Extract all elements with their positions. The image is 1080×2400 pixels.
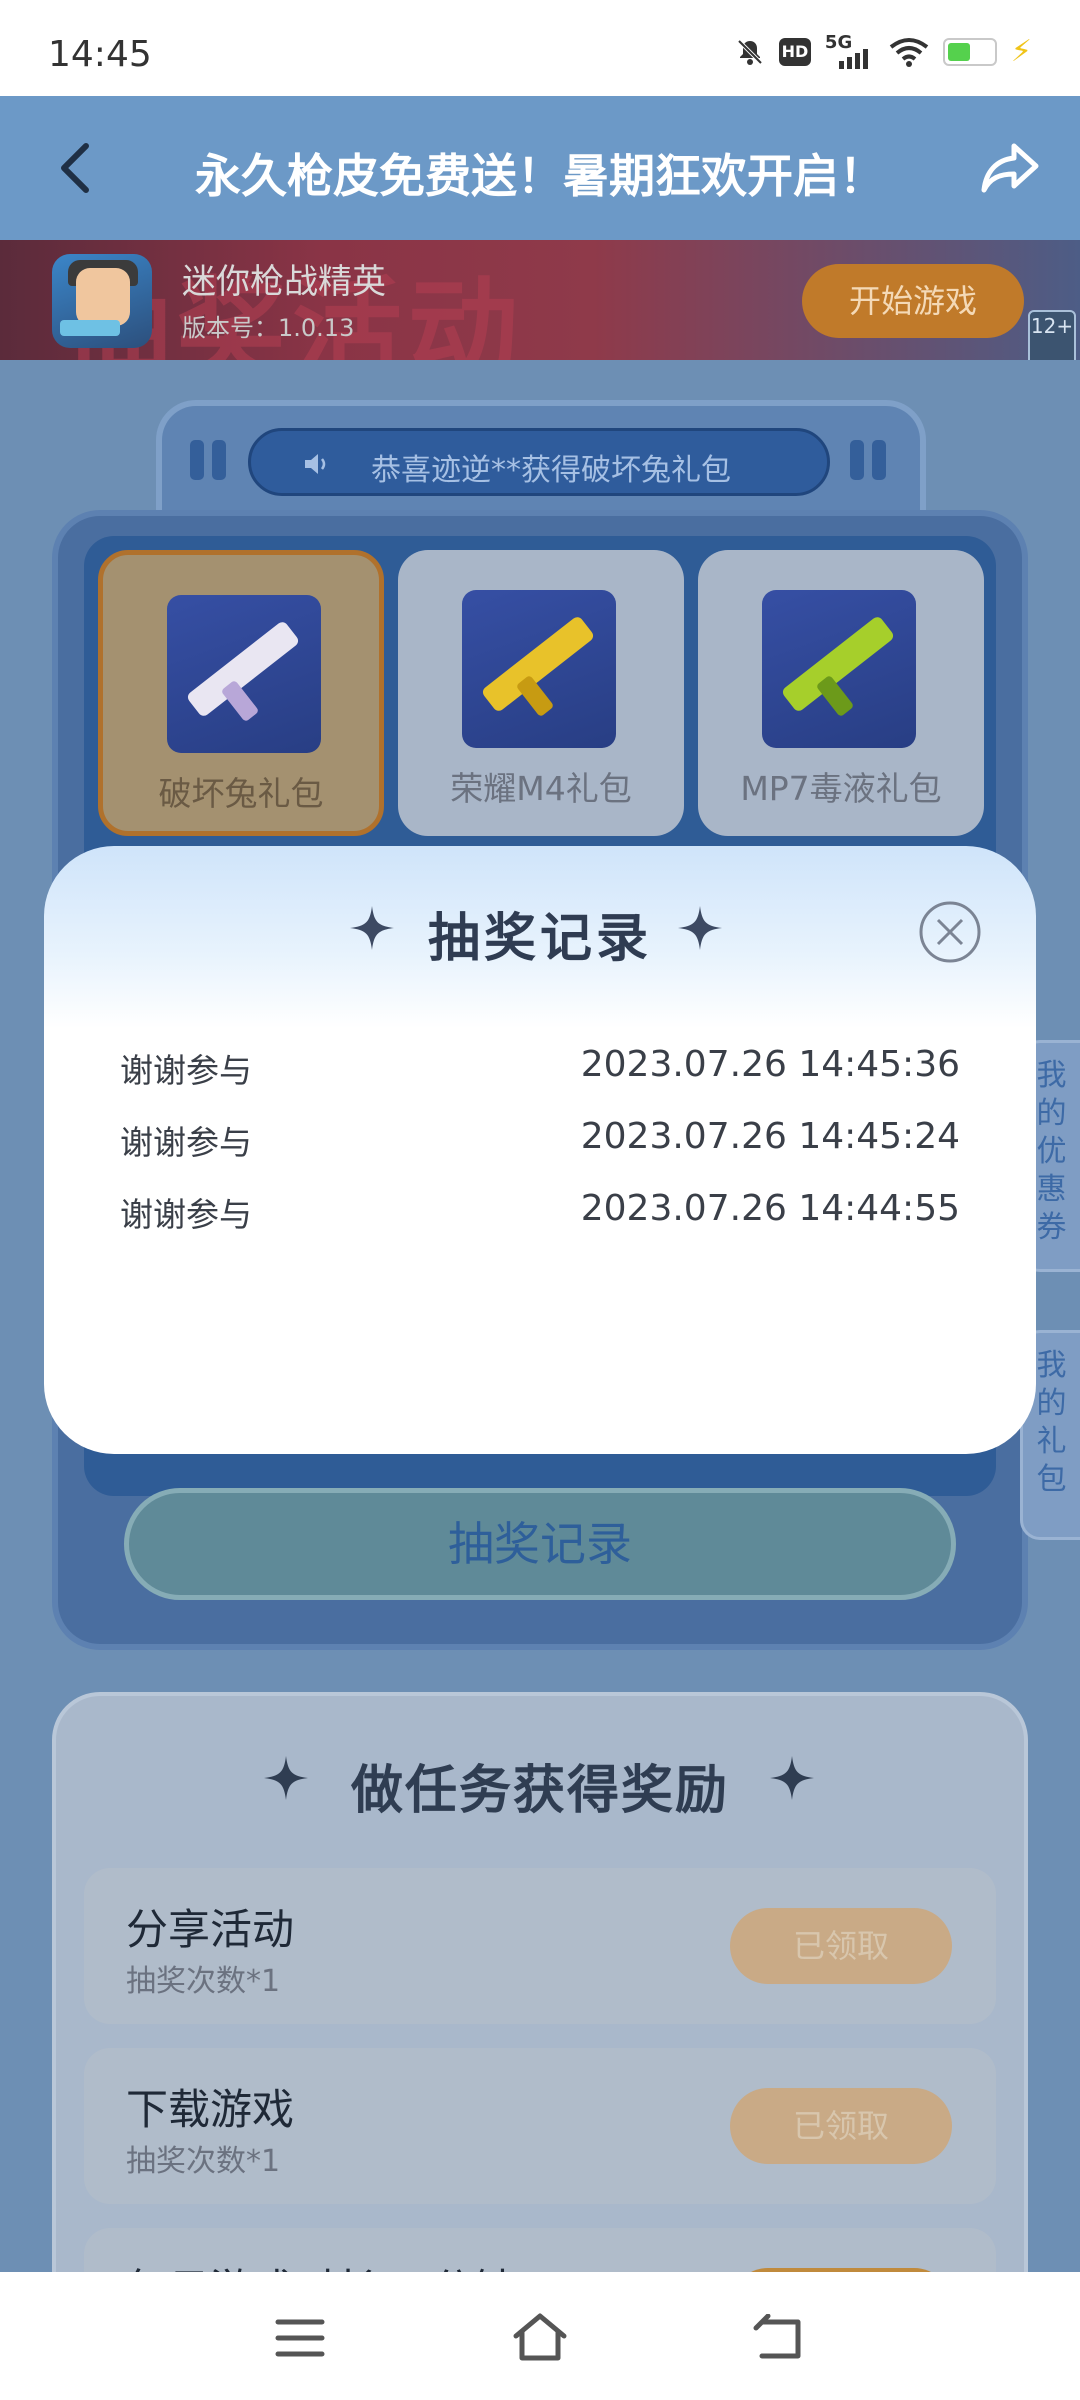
prize-label: MP7毒液礼包 [740, 769, 942, 808]
lottery-record-button[interactable]: 抽奖记录 [124, 1488, 956, 1600]
game-name: 迷你枪战精英 [182, 262, 386, 302]
wifi-icon [889, 37, 929, 67]
ticker-text: 恭喜迹逆**获得破坏兔礼包 [371, 453, 731, 488]
record-row: 谢谢参与 2023.07.26 14:45:36 [120, 1044, 960, 1104]
record-time: 2023.07.26 14:44:55 [580, 1188, 960, 1229]
battery-icon [942, 37, 997, 66]
game-avatar [52, 254, 152, 348]
home-icon[interactable] [510, 2310, 570, 2364]
status-bar: 14:45 HD 5G ⚡ [0, 0, 1080, 96]
prize-label: 荣耀M4礼包 [450, 769, 632, 808]
prize-label: 破坏兔礼包 [158, 774, 324, 813]
my-coupons-label: 我的优惠券 [1036, 1058, 1067, 1245]
mute-bell-icon [737, 39, 763, 65]
share-icon[interactable] [978, 136, 1042, 200]
game-version: 版本号：1.0.13 [182, 314, 355, 342]
lottery-record-modal: 抽奖记录 谢谢参与 2023.07.26 14:45:36 谢谢参与 2023.… [44, 846, 1036, 1454]
task-row: 分享活动 抽奖次数*1 已领取 [84, 1868, 996, 2024]
my-gifts-label: 我的礼包 [1036, 1348, 1067, 1497]
task-claimed-button[interactable]: 已领取 [730, 2088, 952, 2164]
task-row: 下载游戏 抽奖次数*1 已领取 [84, 2048, 996, 2204]
sparkle-icon [678, 906, 722, 950]
age-rating-badge: 12+ [1028, 310, 1076, 360]
back-icon[interactable] [752, 2314, 806, 2362]
task-name: 下载游戏 [126, 2085, 295, 2134]
pause-decoration-right [850, 440, 890, 480]
page-title: 永久枪皮免费送！暑期狂欢开启！ [195, 149, 885, 203]
prize-image [462, 590, 616, 748]
charging-icon: ⚡ [1010, 34, 1032, 69]
record-result: 谢谢参与 [120, 1051, 252, 1090]
task-claimed-button[interactable]: 已领取 [730, 1908, 952, 1984]
menu-icon[interactable] [274, 2316, 326, 2360]
start-game-button[interactable]: 开始游戏 [802, 264, 1024, 338]
pause-decoration-left [190, 440, 230, 480]
speaker-icon [305, 454, 326, 474]
game-banner: 抽奖活动 迷你枪战精英 版本号：1.0.13 开始游戏 12+ [0, 240, 1080, 360]
task-reward: 抽奖次数*1 [126, 2144, 281, 2179]
record-result: 谢谢参与 [120, 1195, 252, 1234]
record-row: 谢谢参与 2023.07.26 14:45:24 [120, 1116, 960, 1176]
modal-title: 抽奖记录 [427, 909, 652, 969]
task-section-title: 做任务获得奖励 [350, 1761, 729, 1821]
cellular-5g-icon: 5G [825, 33, 875, 69]
close-icon[interactable] [918, 900, 982, 964]
prize-image [762, 590, 916, 748]
task-reward: 抽奖次数*1 [126, 1964, 281, 1999]
prize-card-rabbit[interactable]: 破坏兔礼包 [98, 550, 384, 836]
status-time: 14:45 [48, 34, 152, 75]
prize-image [167, 595, 321, 753]
system-nav-bar [0, 2272, 1080, 2400]
prize-card-m4[interactable]: 荣耀M4礼包 [398, 550, 684, 836]
record-result: 谢谢参与 [120, 1123, 252, 1162]
record-time: 2023.07.26 14:45:36 [580, 1044, 960, 1085]
sparkle-icon [770, 1756, 814, 1800]
record-row: 谢谢参与 2023.07.26 14:44:55 [120, 1188, 960, 1248]
hd-icon: HD [778, 37, 811, 66]
status-icons: HD 5G ⚡ [735, 33, 1032, 69]
app-header: 永久枪皮免费送！暑期狂欢开启！ [0, 96, 1080, 240]
record-time: 2023.07.26 14:45:24 [580, 1116, 960, 1157]
winner-ticker: 恭喜迹逆**获得破坏兔礼包 [248, 428, 830, 496]
prize-card-mp7[interactable]: MP7毒液礼包 [698, 550, 984, 836]
task-name: 分享活动 [126, 1905, 295, 1954]
